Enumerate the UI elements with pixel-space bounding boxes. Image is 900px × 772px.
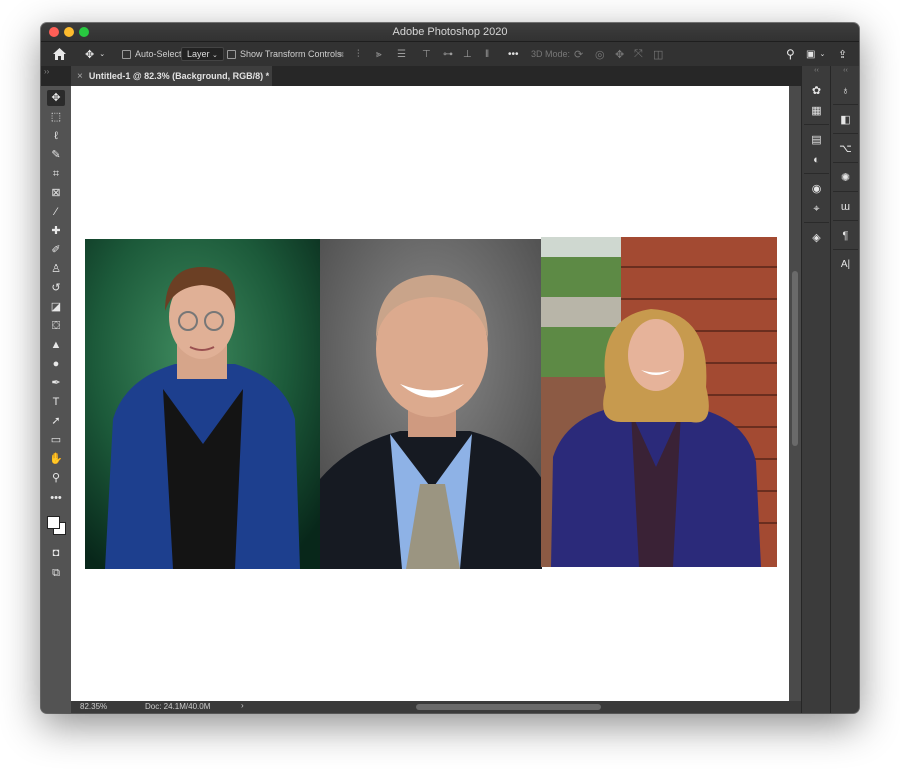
status-menu-arrow[interactable]: › <box>241 701 244 710</box>
type-tool[interactable]: T <box>47 394 65 410</box>
history-brush-tool[interactable]: ↺ <box>47 280 65 296</box>
photoshop-window: Adobe Photoshop 2020 ✥ ⌄ Auto-Select: Lay… <box>41 23 859 713</box>
more-options-button[interactable]: ••• <box>508 42 519 66</box>
document-canvas[interactable] <box>71 86 789 701</box>
eraser-tool[interactable]: ◪ <box>47 299 65 315</box>
3d-mode-label: 3D Mode: <box>531 49 571 59</box>
horizontal-scroll-thumb[interactable] <box>416 704 601 710</box>
tools-panel: ✥ ⬚ ℓ ✎ ⌗ ⊠ ⁄ ✚ ✐ ♙ ↺ ◪ ⛋ ▲ ● ✒ T ➚ ▭ ✋ ⚲ ••• ◘ ⧉ <box>41 86 72 713</box>
move-tool-preset-picker[interactable]: ✥ ⌄ <box>85 42 105 66</box>
brushes-icon[interactable]: ✺ <box>837 170 854 186</box>
rectangle-tool[interactable]: ▭ <box>47 432 65 448</box>
lasso-tool[interactable]: ℓ <box>47 128 65 144</box>
chevron-down-icon: ⌄ <box>99 51 106 58</box>
vertical-scroll-thumb[interactable] <box>792 271 798 446</box>
swatches-icon[interactable]: ▦ <box>808 103 825 119</box>
marquee-tool[interactable]: ⬚ <box>47 109 65 125</box>
glyphs-icon[interactable]: A| <box>837 257 854 273</box>
close-tab-button[interactable]: × <box>77 71 83 82</box>
align-right-icon[interactable]: ⫸ <box>376 42 382 66</box>
history-icon[interactable]: ⌥ <box>837 141 854 157</box>
healing-brush-tool[interactable]: ✚ <box>47 223 65 239</box>
crop-tool[interactable]: ⌗ <box>47 166 65 182</box>
character-icon[interactable]: ɯ <box>837 199 854 215</box>
align-top-icon[interactable]: ⊤ <box>422 42 431 66</box>
3d-roll-icon[interactable]: ◎ <box>595 42 605 66</box>
distribute-horizontal-icon[interactable]: ‖ <box>485 42 489 66</box>
auto-select-value: Layer <box>187 49 210 59</box>
eyedropper-tool[interactable]: ⁄ <box>47 204 65 220</box>
3d-drag-icon[interactable]: ✥ <box>615 42 624 66</box>
zoom-tool[interactable]: ⚲ <box>47 470 65 486</box>
workspace-switcher[interactable]: ▣ ⌄ <box>806 42 825 66</box>
brush-tool[interactable]: ✐ <box>47 242 65 258</box>
document-tab-title: Untitled-1 @ 82.3% (Background, RGB/8) * <box>88 71 270 81</box>
3d-slide-icon[interactable]: ⤧ <box>634 42 643 66</box>
path-selection-tool[interactable]: ➚ <box>47 413 65 429</box>
paragraph-icon[interactable]: ¶ <box>837 228 854 244</box>
layers-icon[interactable]: ◈ <box>808 230 825 246</box>
distribute-vertical-icon[interactable]: ☰ <box>397 42 406 66</box>
chevron-down-icon: ⌄ <box>212 52 218 59</box>
align-left-icon[interactable]: ⫷ <box>338 42 344 66</box>
foreground-background-color-swatch[interactable] <box>46 514 66 536</box>
toolbar-collapse-strip[interactable]: ›› <box>41 66 71 86</box>
search-icon[interactable]: ⚲ <box>786 42 795 66</box>
panel-dock-right: ‹‹ ♁ ◧ ⌥ ✺ ɯ ¶ A| <box>830 66 859 713</box>
double-chevron-icon: ›› <box>44 67 50 76</box>
quick-mask-icon[interactable]: ◘ <box>47 545 65 561</box>
home-button[interactable] <box>53 42 66 66</box>
show-transform-controls-checkbox[interactable]: Show Transform Controls <box>227 42 342 66</box>
auto-select-dropdown[interactable]: Layer ⌄ <box>181 42 224 66</box>
document-tab[interactable]: × Untitled-1 @ 82.3% (Background, RGB/8)… <box>71 66 272 86</box>
zoom-level[interactable]: 82.35% <box>80 702 107 711</box>
home-icon <box>53 48 66 60</box>
hand-tool[interactable]: ✋ <box>47 451 65 467</box>
align-center-icon[interactable]: ⫶ <box>357 42 360 66</box>
learn-icon[interactable]: ♁ <box>837 83 854 99</box>
edit-toolbar[interactable]: ••• <box>47 490 65 506</box>
share-icon[interactable]: ⇪ <box>838 42 847 66</box>
clone-stamp-tool[interactable]: ♙ <box>47 261 65 277</box>
screen-mode-icon[interactable]: ⧉ <box>47 565 65 581</box>
align-bottom-icon[interactable]: ⊥ <box>463 42 472 66</box>
options-bar: ✥ ⌄ Auto-Select: Layer ⌄ Show Transform C… <box>41 42 859 67</box>
title-bar: Adobe Photoshop 2020 <box>41 23 859 42</box>
dodge-tool[interactable]: ● <box>47 356 65 372</box>
window-title: Adobe Photoshop 2020 <box>392 26 508 38</box>
workspace-icon: ▣ <box>806 48 816 60</box>
collapse-panels-icon[interactable]: ‹‹ <box>831 67 859 74</box>
auto-select-label: Auto-Select: <box>135 49 185 59</box>
collapse-panels-icon[interactable]: ‹‹ <box>802 67 831 74</box>
portrait-photo-woman-green-backdrop <box>85 239 320 569</box>
channels-icon[interactable]: ◉ <box>808 181 825 197</box>
align-middle-icon[interactable]: ⊶ <box>443 42 453 66</box>
color-icon[interactable]: ✿ <box>808 83 825 99</box>
panel-dock-left: ‹‹ ✿ ▦ ▤ ◐ ◉ ⌖ ◈ <box>801 66 831 713</box>
paths-icon[interactable]: ⌖ <box>808 201 825 217</box>
3d-orbit-icon[interactable]: ⟳ <box>574 42 583 66</box>
status-bar: 82.35% Doc: 24.1M/40.0M › <box>71 701 801 713</box>
adjustments-icon[interactable]: ◐ <box>808 152 825 168</box>
pen-tool[interactable]: ✒ <box>47 375 65 391</box>
portrait-photo-man-gray-backdrop <box>320 239 542 569</box>
document-size[interactable]: Doc: 24.1M/40.0M <box>145 702 210 711</box>
quick-selection-tool[interactable]: ✎ <box>47 147 65 163</box>
frame-tool[interactable]: ⊠ <box>47 185 65 201</box>
portrait-photo-woman-brick-wall <box>541 237 777 567</box>
blur-tool[interactable]: ▲ <box>47 337 65 353</box>
move-icon: ✥ <box>85 48 95 61</box>
transform-label: Show Transform Controls <box>240 49 342 59</box>
3d-camera-icon[interactable]: ◫ <box>653 42 663 66</box>
paint-bucket-tool[interactable]: ⛋ <box>47 318 65 334</box>
auto-select-checkbox[interactable]: Auto-Select: <box>122 42 184 66</box>
move-tool[interactable]: ✥ <box>47 90 65 106</box>
chevron-down-icon: ⌄ <box>819 51 826 58</box>
vertical-scrollbar[interactable] <box>789 86 801 701</box>
properties-icon[interactable]: ◧ <box>837 112 854 128</box>
libraries-icon[interactable]: ▤ <box>808 132 825 148</box>
